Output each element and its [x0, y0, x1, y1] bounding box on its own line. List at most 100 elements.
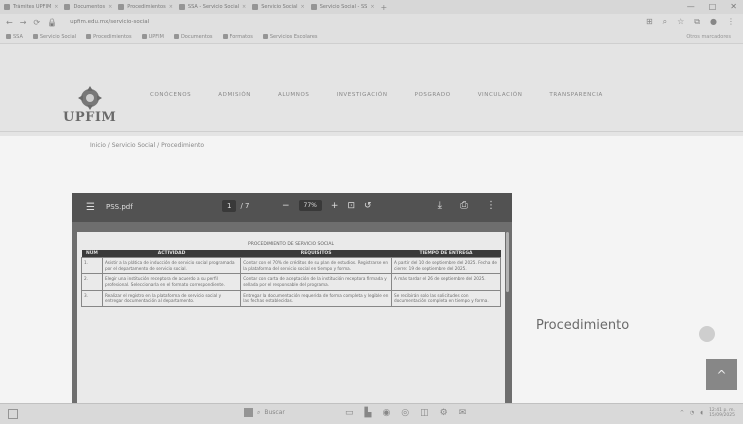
url-field[interactable]: upfim.edu.mx/servicio-social: [70, 19, 149, 25]
install-icon[interactable]: ⊞: [646, 17, 653, 27]
settings-icon[interactable]: ⚙: [440, 408, 448, 418]
rotate-icon[interactable]: ↺: [364, 201, 372, 211]
window-controls: — □ ✕: [687, 2, 737, 11]
browser-tab[interactable]: Trámites UPFIM ×: [4, 4, 58, 10]
browser-tab[interactable]: Documentos ×: [64, 4, 112, 10]
accessibility-icon[interactable]: [699, 326, 715, 342]
bookmark-favicon-icon: [6, 34, 11, 39]
lock-icon: 🔒: [47, 17, 58, 27]
bookmark-item[interactable]: SSA: [6, 34, 23, 40]
pdf-scrollbar[interactable]: [506, 232, 509, 292]
chrome-icon[interactable]: ◎: [401, 408, 409, 418]
browser-tab[interactable]: Procedimientos ×: [118, 4, 173, 10]
bookmark-label: Formatos: [229, 33, 253, 40]
taskbar-search[interactable]: ⌕ Buscar: [244, 408, 285, 417]
task-view-icon[interactable]: ▭: [345, 408, 354, 418]
bookmark-label: UPFIM: [148, 33, 164, 40]
pdf-viewer: ☰ PSS.pdf 1 / 7 − 77% + ⊡ ↺ ⤓ ⎙ ⋮ PROCED…: [72, 193, 512, 424]
row-number: 2.: [81, 273, 103, 291]
mail-icon[interactable]: ✉: [459, 408, 467, 418]
nav-item[interactable]: CONÓCENOS: [150, 92, 191, 98]
menu-icon[interactable]: ⋮: [727, 17, 735, 27]
row-number: 1.: [81, 256, 103, 275]
requirements-cell: Entregar la documentación requerida de f…: [240, 289, 393, 308]
bookmark-item[interactable]: Procedimientos: [86, 34, 132, 40]
pdf-file-name: PSS.pdf: [106, 203, 133, 211]
search-icon: ⌕: [257, 408, 261, 416]
main-nav: CONÓCENOS ADMISIÓN ALUMNOS INVESTIGACIÓN POS…: [150, 92, 603, 98]
zoom-icon[interactable]: ⌕: [663, 17, 667, 27]
nav-item[interactable]: ALUMNOS: [278, 92, 309, 98]
tab-close-icon[interactable]: ×: [301, 4, 305, 10]
bookmark-label: Servicios Escolares: [269, 33, 318, 40]
nav-item[interactable]: INVESTIGACIÓN: [336, 92, 387, 98]
pdf-zoom-controls: − 77% + ⊡ ↺: [282, 200, 372, 211]
download-icon[interactable]: ⤓: [438, 200, 442, 211]
pdf-page-indicator: 1 / 7: [222, 200, 250, 212]
print-icon[interactable]: ⎙: [460, 200, 468, 211]
bookmark-label: Documentos: [180, 33, 213, 40]
delivery-time-cell: A más tardar el 26 de septiembre del 202…: [391, 273, 501, 291]
pdf-zoom-input[interactable]: 77%: [298, 200, 322, 211]
widgets-icon[interactable]: [8, 409, 18, 419]
back-icon[interactable]: ←: [6, 18, 13, 27]
tab-close-icon[interactable]: ×: [242, 4, 246, 10]
bookmark-item[interactable]: Documentos: [173, 33, 213, 40]
new-tab-button[interactable]: +: [381, 3, 388, 12]
back-to-top-button[interactable]: ^: [706, 359, 737, 390]
bookmarks-more[interactable]: Otros marcadores: [686, 34, 731, 40]
star-icon[interactable]: ☆: [677, 17, 684, 27]
nav-item[interactable]: POSGRADO: [415, 92, 451, 98]
browser-tab[interactable]: SSA - Servicio Social ×: [178, 4, 246, 10]
file-explorer-icon[interactable]: ▙: [365, 408, 372, 418]
taskbar-clock[interactable]: 12:41 p. m. 15/09/2025: [709, 408, 735, 419]
start-icon[interactable]: [244, 408, 253, 417]
nav-item[interactable]: VINCULACIÓN: [478, 92, 523, 98]
activity-cell: Elegir una institución receptora de acue…: [101, 273, 242, 291]
zoom-in-icon[interactable]: +: [331, 201, 339, 211]
pdf-page-input[interactable]: 1: [222, 200, 237, 212]
volume-icon[interactable]: ◖: [700, 410, 703, 416]
browser-tab[interactable]: Servicio Social ×: [252, 4, 305, 10]
browser-tab[interactable]: Servicio Social - SS ×: [310, 4, 375, 10]
reload-icon[interactable]: ⟳: [33, 18, 40, 27]
bookmark-favicon-icon: [222, 34, 228, 39]
forward-icon[interactable]: →: [20, 18, 27, 27]
extensions-icon[interactable]: ⧉: [694, 17, 700, 27]
network-icon[interactable]: ◔: [690, 410, 694, 416]
row-number: 3.: [81, 289, 103, 308]
bookmark-item[interactable]: Servicio Social: [32, 34, 76, 40]
nav-item[interactable]: ADMISIÓN: [218, 92, 251, 98]
bookmark-item[interactable]: Servicios Escolares: [262, 33, 318, 40]
clock-date: 15/09/2025: [709, 413, 735, 419]
bookmark-favicon-icon: [32, 34, 38, 39]
bookmark-favicon-icon: [262, 34, 268, 39]
column-header: NÚM: [81, 250, 103, 258]
bookmark-favicon-icon: [173, 34, 179, 39]
tab-close-icon[interactable]: ×: [54, 4, 58, 10]
activity-cell: Realizar el registro en la plataforma de…: [101, 289, 242, 308]
browser-icon[interactable]: ◉: [382, 408, 390, 418]
pdf-more-icon[interactable]: ⋮: [486, 200, 496, 211]
tray-chevron-icon[interactable]: ^: [680, 410, 684, 416]
store-icon[interactable]: ◫: [420, 408, 429, 418]
pdf-menu-icon[interactable]: ☰: [86, 202, 95, 213]
close-window-icon[interactable]: ✕: [730, 2, 737, 11]
taskbar-search-label: Buscar: [264, 409, 285, 416]
maximize-icon[interactable]: □: [709, 2, 717, 11]
upfim-logo[interactable]: UPFIM: [63, 84, 123, 134]
nav-item[interactable]: TRANSPARENCIA: [549, 92, 603, 98]
tab-close-icon[interactable]: ×: [370, 4, 374, 10]
tab-label: Trámites UPFIM: [13, 4, 52, 10]
breadcrumb[interactable]: Inicio / Servicio Social / Procedimiento: [90, 142, 204, 149]
zoom-out-icon[interactable]: −: [282, 201, 290, 211]
tab-close-icon[interactable]: ×: [169, 4, 173, 10]
delivery-time-cell: A partir del 10 de septiembre del 2025. …: [391, 256, 501, 275]
profile-icon[interactable]: ●: [710, 17, 717, 27]
minimize-icon[interactable]: —: [687, 2, 695, 11]
fit-page-icon[interactable]: ⊡: [347, 201, 355, 211]
tab-close-icon[interactable]: ×: [108, 4, 112, 10]
bookmark-item[interactable]: Formatos: [222, 33, 253, 40]
column-header: TIEMPO DE ENTREGA: [391, 250, 501, 258]
bookmark-item[interactable]: UPFIM: [141, 33, 164, 40]
